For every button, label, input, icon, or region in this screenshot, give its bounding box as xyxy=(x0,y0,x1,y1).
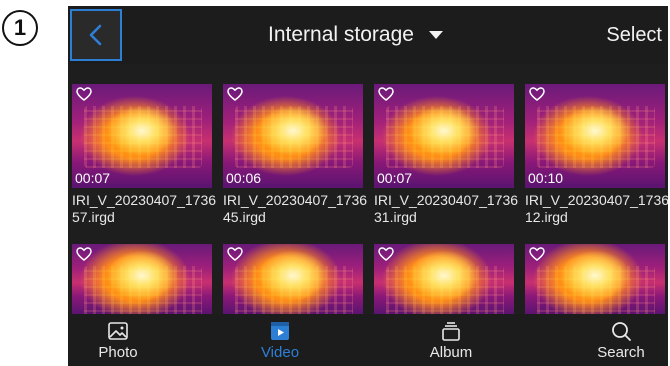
storage-dropdown[interactable]: Internal storage xyxy=(268,6,444,64)
video-thumbnail[interactable]: 00:07 xyxy=(374,84,514,188)
video-thumbnail[interactable] xyxy=(72,244,212,314)
video-thumbnail[interactable]: 00:07 xyxy=(72,84,212,188)
heart-icon[interactable] xyxy=(76,87,92,101)
nav-search[interactable]: Search xyxy=(561,314,668,366)
video-duration: 00:10 xyxy=(528,170,564,186)
video-tile[interactable]: 00:06 IRI_V_20230407_173645.irgd xyxy=(223,84,367,226)
nav-photo[interactable]: Photo xyxy=(68,314,178,366)
nav-video[interactable]: Video xyxy=(220,314,340,366)
nav-photo-label: Photo xyxy=(98,344,138,361)
heart-icon[interactable] xyxy=(227,87,243,101)
back-button[interactable] xyxy=(70,9,122,61)
storage-title: Internal storage xyxy=(268,23,414,46)
video-thumbnail[interactable] xyxy=(374,244,514,314)
heart-icon[interactable] xyxy=(529,247,545,261)
video-duration: 00:07 xyxy=(75,170,111,186)
thermal-image xyxy=(386,106,504,168)
video-tile[interactable]: 00:07 IRI_V_20230407_173657.irgd xyxy=(72,84,216,226)
nav-album-label: Album xyxy=(429,344,473,361)
heart-icon[interactable] xyxy=(76,247,92,261)
video-thumbnail[interactable] xyxy=(525,244,665,314)
video-tile[interactable]: 00:10 IRI_V_20230407_173612.irgd xyxy=(525,84,668,226)
bottom-navigation: Photo Video Album Search xyxy=(68,314,668,366)
select-button[interactable]: Select xyxy=(606,6,662,64)
video-thumbnail[interactable]: 00:06 xyxy=(223,84,363,188)
video-duration: 00:07 xyxy=(377,170,413,186)
video-filename: IRI_V_20230407_173612.irgd xyxy=(525,192,668,225)
thermal-image xyxy=(84,266,202,314)
video-tile[interactable] xyxy=(374,244,514,314)
chevron-left-icon xyxy=(89,24,102,46)
nav-search-label: Search xyxy=(597,344,645,361)
video-duration: 00:06 xyxy=(226,170,262,186)
video-filename: IRI_V_20230407_173631.irgd xyxy=(374,192,519,225)
nav-video-label: Video xyxy=(260,344,300,361)
top-bar: Internal storage Select xyxy=(68,6,668,64)
album-icon xyxy=(442,322,460,341)
video-thumbnail[interactable]: 00:10 xyxy=(525,84,665,188)
nav-album[interactable]: Album xyxy=(391,314,511,366)
gallery-screen: Internal storage Select 00:07 IRI_V_2023… xyxy=(68,6,668,366)
thermal-image xyxy=(84,106,202,168)
thermal-image xyxy=(386,266,504,314)
video-thumbnail[interactable] xyxy=(223,244,363,314)
thermal-image xyxy=(537,266,655,314)
video-tile[interactable] xyxy=(525,244,665,314)
thermal-image xyxy=(235,106,353,168)
caret-down-icon xyxy=(428,30,444,40)
step-number-badge: 1 xyxy=(2,10,38,46)
video-filename: IRI_V_20230407_173657.irgd xyxy=(72,192,217,225)
video-grid: 00:07 IRI_V_20230407_173657.irgd 00:06 I… xyxy=(68,64,668,322)
thermal-image xyxy=(235,266,353,314)
heart-icon[interactable] xyxy=(529,87,545,101)
thermal-image xyxy=(537,106,655,168)
heart-icon[interactable] xyxy=(378,87,394,101)
search-icon xyxy=(612,322,631,341)
photo-icon xyxy=(108,322,128,340)
video-icon xyxy=(271,322,289,340)
heart-icon[interactable] xyxy=(227,247,243,261)
heart-icon[interactable] xyxy=(378,247,394,261)
video-tile[interactable] xyxy=(72,244,212,314)
video-tile[interactable] xyxy=(223,244,363,314)
video-tile[interactable]: 00:07 IRI_V_20230407_173631.irgd xyxy=(374,84,518,226)
video-filename: IRI_V_20230407_173645.irgd xyxy=(223,192,368,225)
